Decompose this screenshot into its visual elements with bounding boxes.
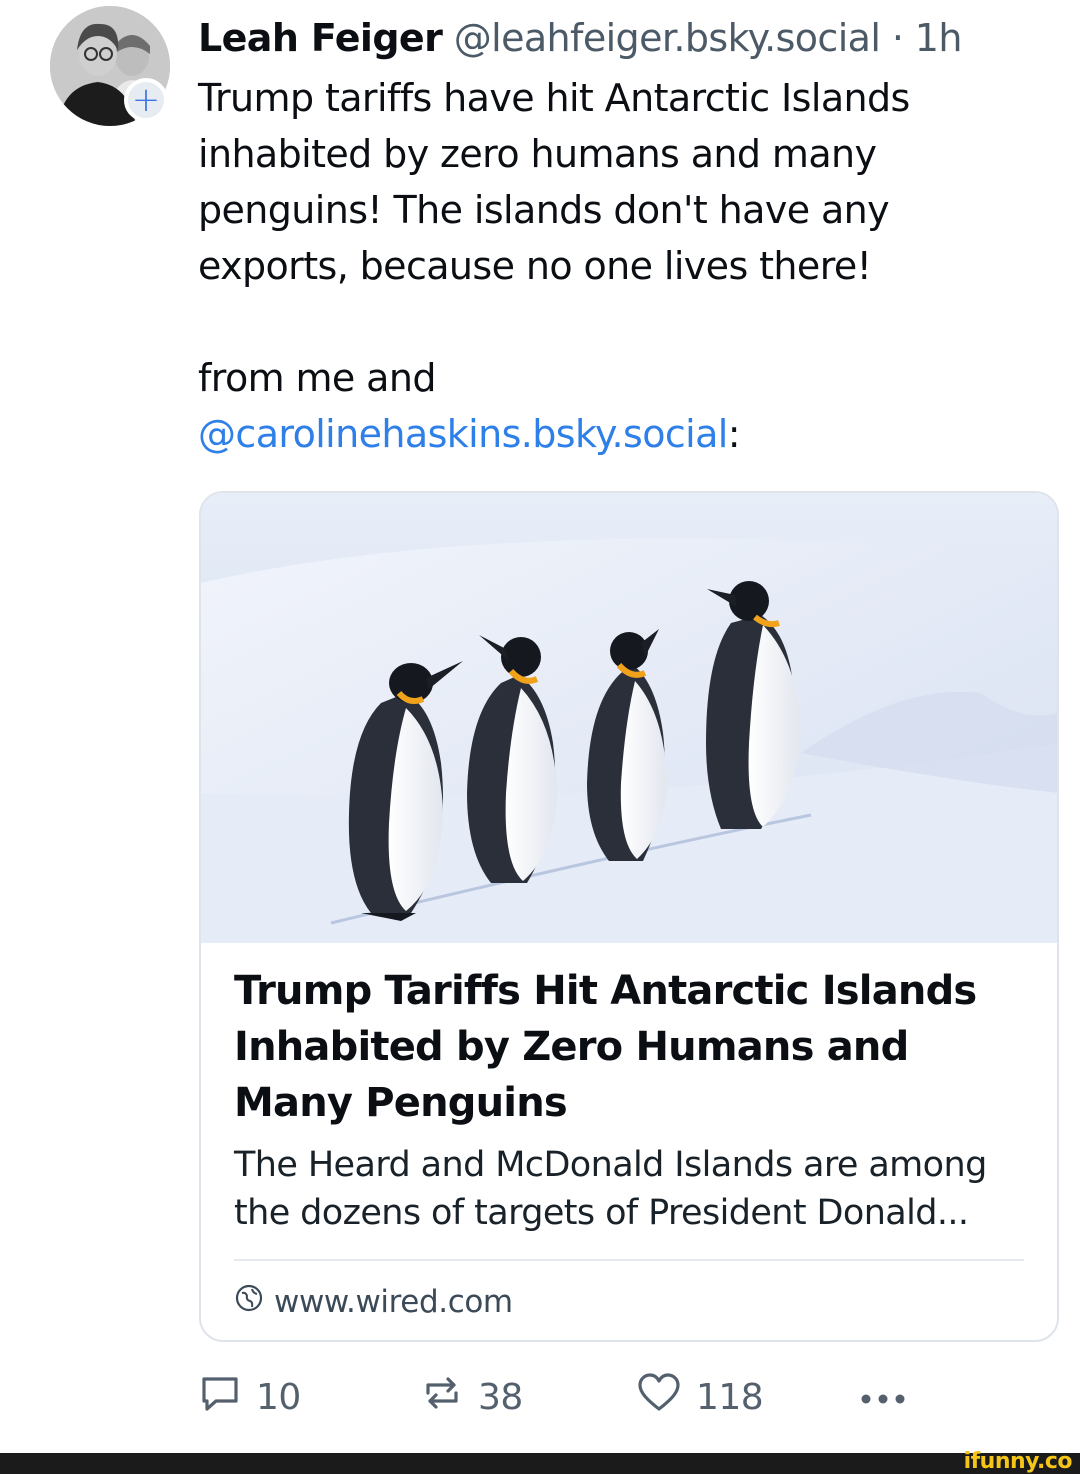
more-dots-icon (858, 1377, 908, 1418)
repost-button[interactable]: 38 (420, 1372, 523, 1422)
penguins-image[interactable] (201, 493, 1057, 943)
repost-icon (420, 1371, 464, 1424)
card-domain[interactable]: www.wired.com (234, 1277, 513, 1327)
post-text: Trump tariffs have hit Antarctic Islands… (198, 70, 1048, 462)
watermark-logo: ifunny.co (963, 1449, 1073, 1474)
post-paragraph-2-prefix: from me and (198, 356, 436, 400)
heart-icon (636, 1371, 682, 1424)
globe-icon (234, 1283, 264, 1321)
card-description: The Heard and McDonald Islands are among… (234, 1145, 987, 1233)
plus-icon: + (131, 80, 161, 120)
post-paragraph-1: Trump tariffs have hit Antarctic Islands… (198, 76, 910, 288)
repost-count: 38 (478, 1376, 523, 1418)
comment-icon (198, 1371, 242, 1424)
link-card[interactable]: Trump Tariffs Hit Antarctic Islands Inha… (199, 491, 1059, 1342)
follow-button[interactable]: + (124, 78, 168, 122)
post-paragraph-2: from me and @carolinehaskins.bsky.social… (198, 350, 1048, 462)
card-title[interactable]: Trump Tariffs Hit Antarctic Islands Inha… (234, 963, 1024, 1131)
author-handle[interactable]: @leahfeiger.bsky.social (454, 16, 881, 60)
like-button[interactable]: 118 (636, 1371, 764, 1424)
separator: · (880, 16, 915, 60)
watermark-bar: ifunny.co (0, 1449, 1080, 1474)
card-divider (234, 1259, 1024, 1261)
post-paragraph-2-suffix: : (727, 412, 741, 456)
author-name[interactable]: Leah Feiger (198, 16, 443, 60)
reply-button[interactable]: 10 (198, 1372, 301, 1422)
more-button[interactable] (858, 1372, 908, 1422)
post-time[interactable]: 1h (915, 16, 963, 60)
reply-count: 10 (256, 1376, 301, 1418)
card-domain-text: www.wired.com (274, 1284, 513, 1320)
like-count: 118 (696, 1376, 764, 1418)
mention-link[interactable]: @carolinehaskins.bsky.social (198, 412, 728, 456)
post-header: Leah Feiger @leahfeiger.bsky.social · 1h (198, 10, 962, 66)
